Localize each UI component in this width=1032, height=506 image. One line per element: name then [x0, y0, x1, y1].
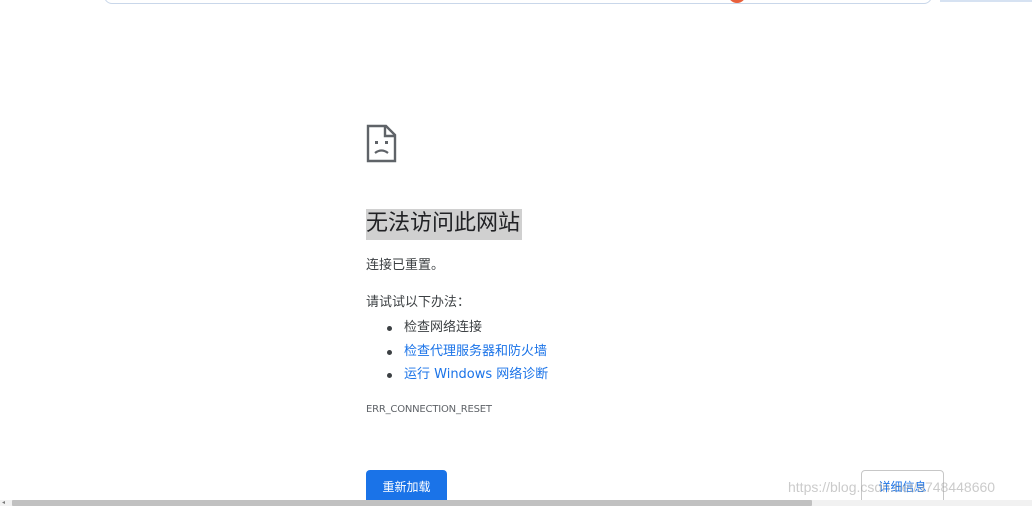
scrollbar-thumb[interactable]	[12, 500, 812, 506]
sad-page-icon	[366, 124, 397, 163]
suggestions-list: 检查网络连接 检查代理服务器和防火墙 运行 Windows 网络诊断	[384, 316, 548, 387]
watermark: https://blog.csdn.net/a748448660	[788, 479, 996, 495]
list-item: 运行 Windows 网络诊断	[384, 363, 548, 387]
address-bar-edge[interactable]	[104, 0, 932, 4]
suggestion-run-diagnostics-link[interactable]: 运行 Windows 网络诊断	[404, 367, 548, 382]
browser-error-page: 无法访问此网站 连接已重置。 请试试以下办法： 检查网络连接 检查代理服务器和防…	[0, 0, 1032, 506]
error-description: 连接已重置。	[366, 258, 445, 273]
toolbar-edge	[940, 0, 1032, 2]
suggestions-heading: 请试试以下办法：	[366, 295, 471, 310]
reload-button[interactable]: 重新加载	[366, 470, 447, 504]
list-item: 检查网络连接	[384, 316, 548, 340]
bullet-icon	[387, 373, 392, 378]
suggestion-check-network: 检查网络连接	[404, 320, 483, 335]
horizontal-scrollbar[interactable]: ◂	[0, 500, 1032, 506]
page-title: 无法访问此网站	[366, 209, 523, 240]
list-item: 检查代理服务器和防火墙	[384, 340, 548, 364]
scroll-left-icon[interactable]: ◂	[2, 500, 8, 506]
error-code: ERR_CONNECTION_RESET	[366, 404, 492, 415]
bullet-icon	[387, 326, 392, 331]
bullet-icon	[387, 349, 392, 355]
suggestion-check-proxy-link[interactable]: 检查代理服务器和防火墙	[404, 344, 547, 359]
